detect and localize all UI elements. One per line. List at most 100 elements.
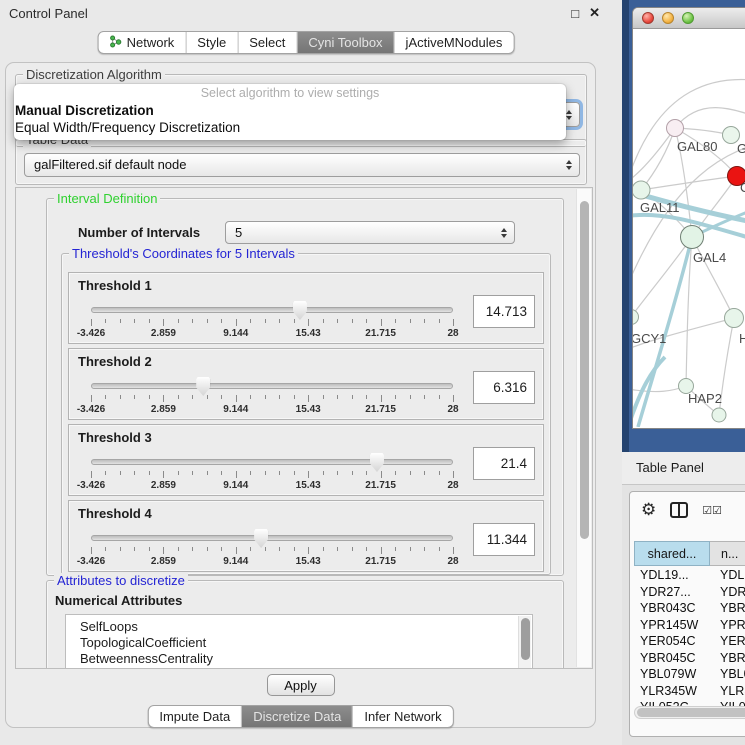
threshold-slider-1[interactable]: -3.4262.8599.14415.4321.71528: [91, 303, 453, 341]
node-label-gal80: GAL80: [677, 139, 717, 154]
network-node[interactable]: [681, 226, 704, 249]
float-window-icon[interactable]: □: [571, 6, 579, 21]
vertical-scrollbar[interactable]: [576, 189, 591, 667]
control-panel-titlebar: Control Panel □ ✕: [0, 0, 612, 26]
vertical-scrollbar-thumb[interactable]: [580, 201, 589, 539]
table-toolbar: ⚙ ☑☑: [641, 501, 722, 519]
tab-style[interactable]: Style: [185, 32, 237, 53]
list-item-selfloops[interactable]: SelfLoops: [80, 619, 532, 635]
list-item-betweennesscentrality[interactable]: BetweennessCentrality: [80, 651, 532, 667]
table-rows: YDL19...YDL1YDR27...YDR2YBR043CYBR0YPR14…: [634, 567, 745, 707]
threshold-value-field[interactable]: 6.316: [473, 371, 535, 404]
table-row[interactable]: YER054CYER0: [634, 633, 745, 650]
table-row[interactable]: YBL079WYBL0: [634, 666, 745, 683]
interval-definition-group: Interval Definition Number of Intervals …: [46, 198, 564, 576]
cell-shared-name: YBL079W: [634, 666, 710, 683]
close-icon[interactable]: ✕: [589, 5, 600, 21]
top-tab-bar: NetworkStyleSelectCyni ToolboxjActiveMNo…: [98, 31, 515, 54]
table-header-row: shared... n...: [634, 541, 745, 566]
algorithm-dropdown-popup: Select algorithm to view settings Manual…: [14, 84, 566, 140]
chevron-updown-icon: [501, 228, 507, 238]
table-row[interactable]: YDR27...YDR2: [634, 584, 745, 601]
table-data-combobox[interactable]: galFiltered.sif default node: [24, 153, 580, 177]
threshold-value-field[interactable]: 11.344: [473, 523, 535, 556]
tab-jactivemnodules[interactable]: jActiveMNodules: [394, 32, 514, 53]
slider-track[interactable]: [91, 459, 453, 465]
slider-track[interactable]: [91, 383, 453, 389]
cell-shared-name: YDL19...: [634, 567, 710, 584]
horizontal-scrollbar[interactable]: [634, 706, 745, 719]
cell-shared-name: YBR043C: [634, 600, 710, 617]
threshold-slider-2[interactable]: -3.4262.8599.14415.4321.71528: [91, 379, 453, 417]
horizontal-scrollbar-thumb[interactable]: [637, 708, 745, 717]
cell-shared-name: YLR345W: [634, 683, 710, 700]
attributes-group: Attributes to discretize Numerical Attri…: [46, 580, 564, 669]
slider-thumb[interactable]: [196, 377, 210, 396]
slider-thumb[interactable]: [254, 529, 268, 548]
network-node[interactable]: [725, 309, 744, 328]
table-row[interactable]: YBR045CYBR0: [634, 650, 745, 667]
slider-track[interactable]: [91, 535, 453, 541]
network-node[interactable]: [712, 408, 726, 422]
numerical-attributes-label: Numerical Attributes: [55, 593, 182, 608]
zoom-button[interactable]: [682, 12, 694, 24]
list-item-topologicalcoefficient[interactable]: TopologicalCoefficient: [80, 635, 532, 651]
column-header-name[interactable]: n...: [710, 541, 745, 566]
table-row[interactable]: YLR345WYLR3: [634, 683, 745, 700]
network-edge[interactable]: [675, 108, 745, 128]
list-scrollbar-thumb[interactable]: [521, 618, 530, 660]
slider-thumb[interactable]: [370, 453, 384, 472]
network-node[interactable]: [667, 120, 684, 137]
cell-name: YDR2: [710, 584, 745, 601]
slider-thumb[interactable]: [293, 301, 307, 320]
tab-network[interactable]: Network: [99, 32, 186, 53]
cell-name: YBL0: [710, 666, 745, 683]
tab-discretize-data[interactable]: Discretize Data: [241, 706, 352, 727]
list-scrollbar[interactable]: [518, 616, 531, 669]
table-panel-card: ⚙ ☑☑ shared... n... YDL19...YDL1YDR27...…: [629, 491, 745, 737]
apply-button[interactable]: Apply: [267, 674, 335, 696]
network-edge[interactable]: [641, 176, 737, 190]
slider-ticks: [91, 471, 453, 479]
table-row[interactable]: YBR043CYBR0: [634, 600, 745, 617]
close-button[interactable]: [642, 12, 654, 24]
tab-infer-network[interactable]: Infer Network: [352, 706, 452, 727]
split-view-icon[interactable]: [670, 502, 688, 518]
gear-icon[interactable]: ⚙: [641, 501, 656, 519]
cell-shared-name: YDR27...: [634, 584, 710, 601]
tab-impute-data[interactable]: Impute Data: [148, 706, 241, 727]
table-panel-body: ⚙ ☑☑ shared... n... YDL19...YDL1YDR27...…: [622, 485, 745, 745]
node-label-gcy1: GCY1: [633, 331, 666, 346]
checked-columns-icon[interactable]: ☑☑: [702, 504, 722, 517]
cell-name: YER0: [710, 633, 745, 650]
threshold-box-2: Threshold 2-3.4262.8599.14415.4321.71528…: [68, 348, 544, 420]
numerical-attributes-list: SelfLoopsTopologicalCoefficientBetweenne…: [65, 614, 533, 669]
group-label: Attributes to discretize: [54, 573, 188, 588]
threshold-value-field[interactable]: 14.713: [473, 295, 535, 328]
column-header-shared-name[interactable]: shared...: [634, 541, 710, 566]
slider-track[interactable]: [91, 307, 453, 313]
network-node[interactable]: [633, 310, 639, 325]
minimize-button[interactable]: [662, 12, 674, 24]
dropdown-option-equal-width-frequency-discretization[interactable]: Equal Width/Frequency Discretization: [14, 119, 566, 136]
threshold-label: Threshold 1: [78, 278, 152, 293]
table-panel-header: Table Panel: [622, 452, 745, 485]
table-row[interactable]: YPR145WYPR1: [634, 617, 745, 634]
tab-select[interactable]: Select: [237, 32, 296, 53]
right-panel: GAL80GACGAL11GAL4GCY1HHAP2 Table Panel ⚙…: [622, 0, 745, 745]
table-row[interactable]: YDL19...YDL1: [634, 567, 745, 584]
threshold-slider-3[interactable]: -3.4262.8599.14415.4321.71528: [91, 455, 453, 493]
node-label-c: C: [740, 180, 745, 195]
table-data-group: Table Data galFiltered.sif default node: [15, 139, 587, 185]
threshold-value-field[interactable]: 21.4: [473, 447, 535, 480]
num-intervals-combobox[interactable]: 5: [225, 221, 515, 244]
tab-cyni-toolbox[interactable]: Cyni Toolbox: [296, 32, 393, 53]
network-window-titlebar[interactable]: [633, 8, 745, 29]
cell-shared-name: YPR145W: [634, 617, 710, 634]
network-node[interactable]: [633, 181, 650, 199]
network-view[interactable]: GAL80GACGAL11GAL4GCY1HHAP2: [633, 29, 745, 427]
threshold-slider-4[interactable]: -3.4262.8599.14415.4321.71528: [91, 531, 453, 569]
tab-label: Discretize Data: [253, 709, 341, 724]
table-panel-title: Table Panel: [636, 460, 704, 475]
dropdown-option-manual-discretization[interactable]: Manual Discretization: [14, 102, 566, 119]
